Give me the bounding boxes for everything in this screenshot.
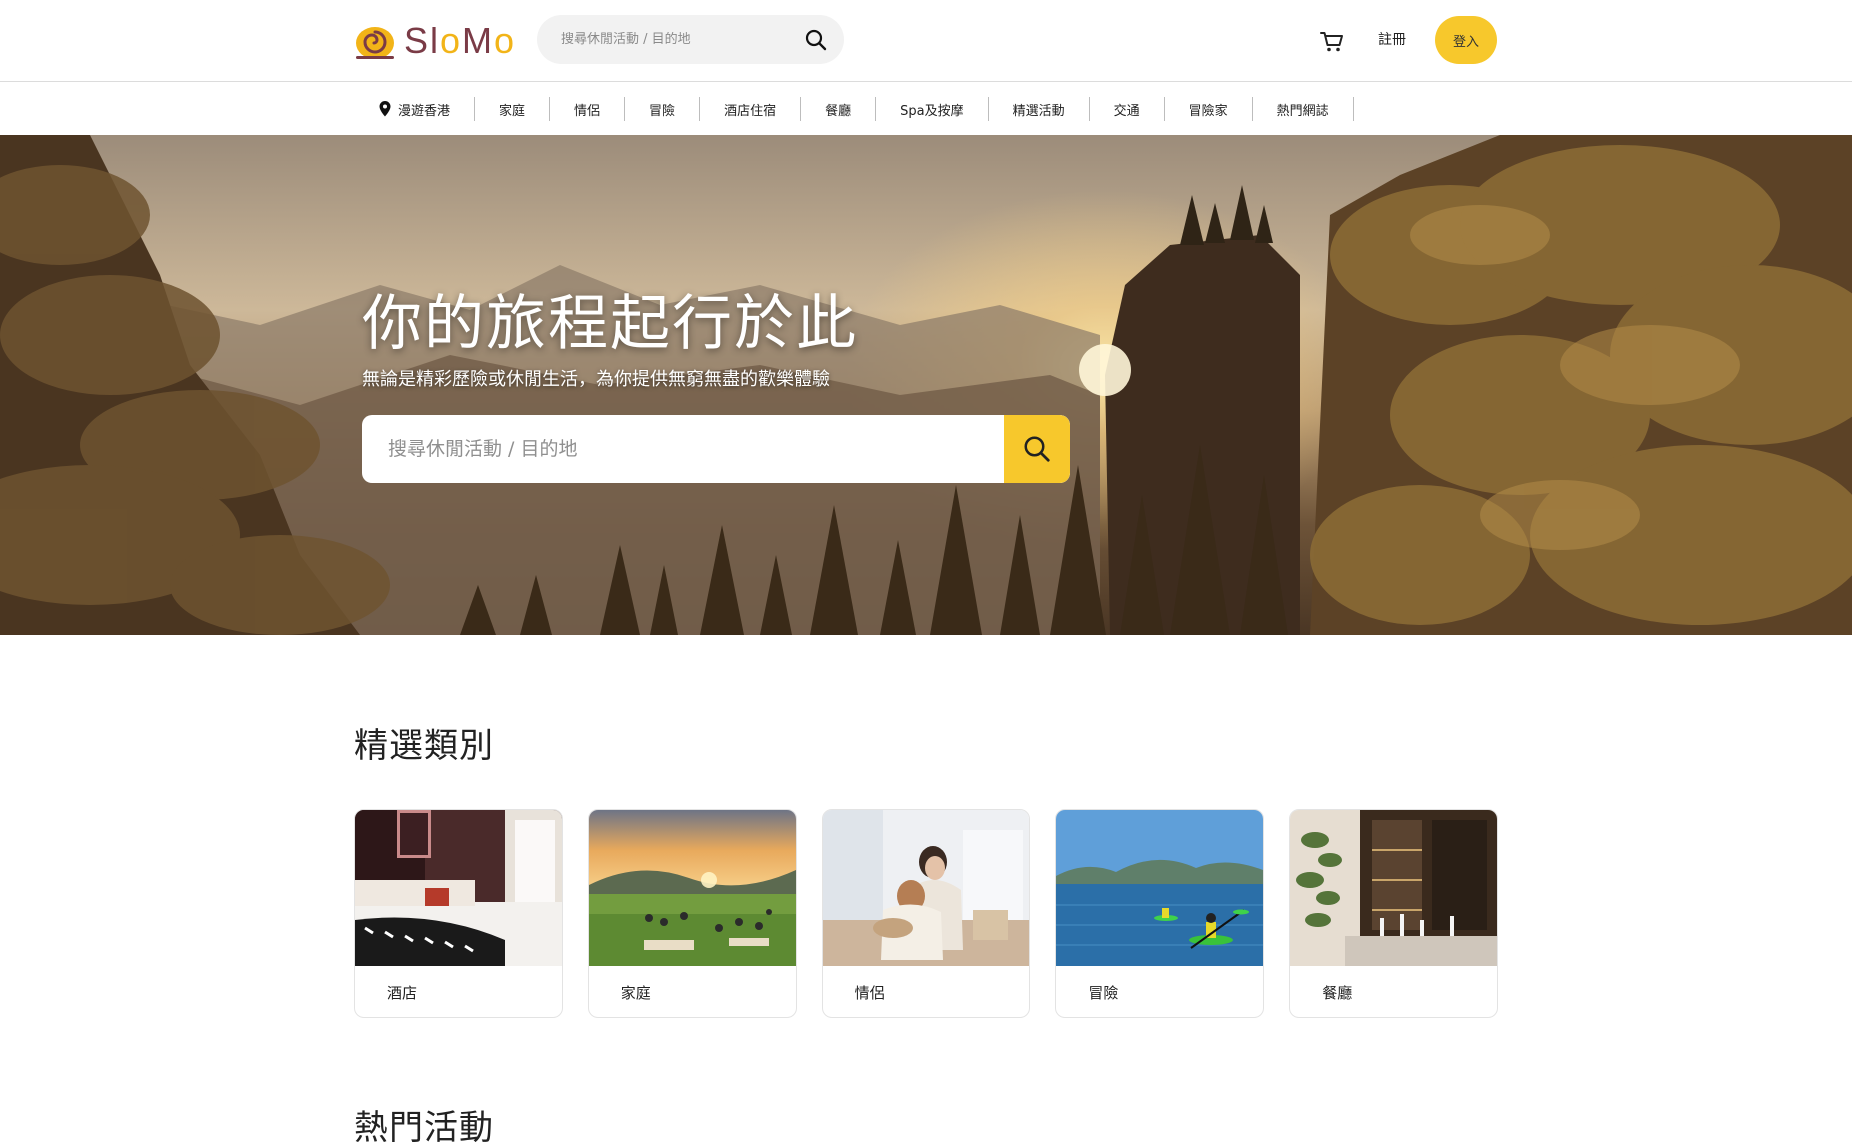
nav-item-adventure[interactable]: 冒險 xyxy=(625,97,701,121)
nav-item-blog[interactable]: 熱門網誌 xyxy=(1253,97,1354,121)
category-card-hotel[interactable]: 酒店 xyxy=(354,809,563,1018)
hero-subtitle: 無論是精彩歷險或休閒生活，為你提供無窮無盡的歡樂體驗 xyxy=(362,369,830,390)
nav-item-hotel[interactable]: 酒店住宿 xyxy=(700,97,802,121)
nav-item-spa[interactable]: Spa及按摩 xyxy=(876,97,989,121)
category-card-family[interactable]: 家庭 xyxy=(587,809,797,1018)
nav-item-restaurant[interactable]: 餐廳 xyxy=(801,97,877,121)
hotel-room-image xyxy=(355,810,562,966)
hero-title: 你的旅程起行於此 xyxy=(362,289,858,359)
map-pin-icon xyxy=(379,101,391,117)
register-link[interactable]: 註冊 xyxy=(1378,29,1406,49)
nav-item-family[interactable]: 家庭 xyxy=(475,97,551,121)
hero-banner: 你的旅程起行於此 無論是精彩歷險或休閒生活，為你提供無窮無盡的歡樂體驗 xyxy=(0,135,1852,635)
site-header: SloMo 註冊 登入 xyxy=(0,0,1852,82)
header-search-bar xyxy=(537,15,844,64)
logo-text-part: Sl xyxy=(404,20,441,61)
category-card-label: 餐廳 xyxy=(1322,983,1353,1002)
header-search-input[interactable] xyxy=(561,32,791,47)
category-card-label: 冒險 xyxy=(1088,983,1119,1002)
login-button[interactable]: 登入 xyxy=(1435,16,1497,64)
logo-wordmark: SloMo xyxy=(404,20,516,62)
restaurant-interior-image xyxy=(1290,810,1497,966)
hero-search-bar xyxy=(362,415,1070,483)
nav-item-featured-activities[interactable]: 精選活動 xyxy=(989,97,1090,121)
category-card-label: 家庭 xyxy=(620,983,651,1002)
nav-item-label: 漫遊香港 xyxy=(398,103,451,119)
snail-logo-icon xyxy=(356,27,394,59)
category-card-couple[interactable]: 情侶 xyxy=(821,809,1031,1018)
search-icon xyxy=(1024,436,1050,462)
nav-item-explore-hk[interactable]: 漫遊香港 xyxy=(364,97,476,121)
featured-category-cards: 酒店 家庭 情侶 冒險 餐廳 xyxy=(354,809,1498,1018)
category-card-adventure[interactable]: 冒險 xyxy=(1055,809,1265,1018)
logo-text-part: o xyxy=(494,20,517,61)
category-nav-list: 漫遊香港 家庭 情侶 冒險 酒店住宿 餐廳 Spa及按摩 精選活動 交通 冒險家… xyxy=(364,83,1354,135)
kayaking-image xyxy=(1056,810,1264,966)
hero-background-image xyxy=(0,135,1852,635)
nav-item-couple[interactable]: 情侶 xyxy=(550,97,626,121)
popular-activities-title: 熱門活動 xyxy=(354,1108,494,1148)
logo-text-part: M xyxy=(462,20,495,61)
nav-item-transport[interactable]: 交通 xyxy=(1090,97,1165,121)
hero-search-input[interactable] xyxy=(388,438,988,460)
hero-search-button[interactable] xyxy=(1004,415,1070,483)
featured-categories-title: 精選類別 xyxy=(354,726,494,766)
category-card-restaurant[interactable]: 餐廳 xyxy=(1289,809,1498,1018)
logo-text-part: o xyxy=(440,20,463,61)
category-card-label: 情侶 xyxy=(854,983,885,1002)
couple-photo-image xyxy=(822,810,1030,966)
slomo-logo[interactable]: SloMo xyxy=(354,20,516,62)
category-card-label: 酒店 xyxy=(387,983,418,1002)
category-nav: 漫遊香港 家庭 情侶 冒險 酒店住宿 餐廳 Spa及按摩 精選活動 交通 冒險家… xyxy=(0,83,1852,135)
nav-item-adventurer[interactable]: 冒險家 xyxy=(1165,97,1253,121)
search-icon[interactable] xyxy=(804,28,828,52)
cart-icon[interactable] xyxy=(1318,27,1346,55)
family-picnic-image xyxy=(588,810,796,966)
